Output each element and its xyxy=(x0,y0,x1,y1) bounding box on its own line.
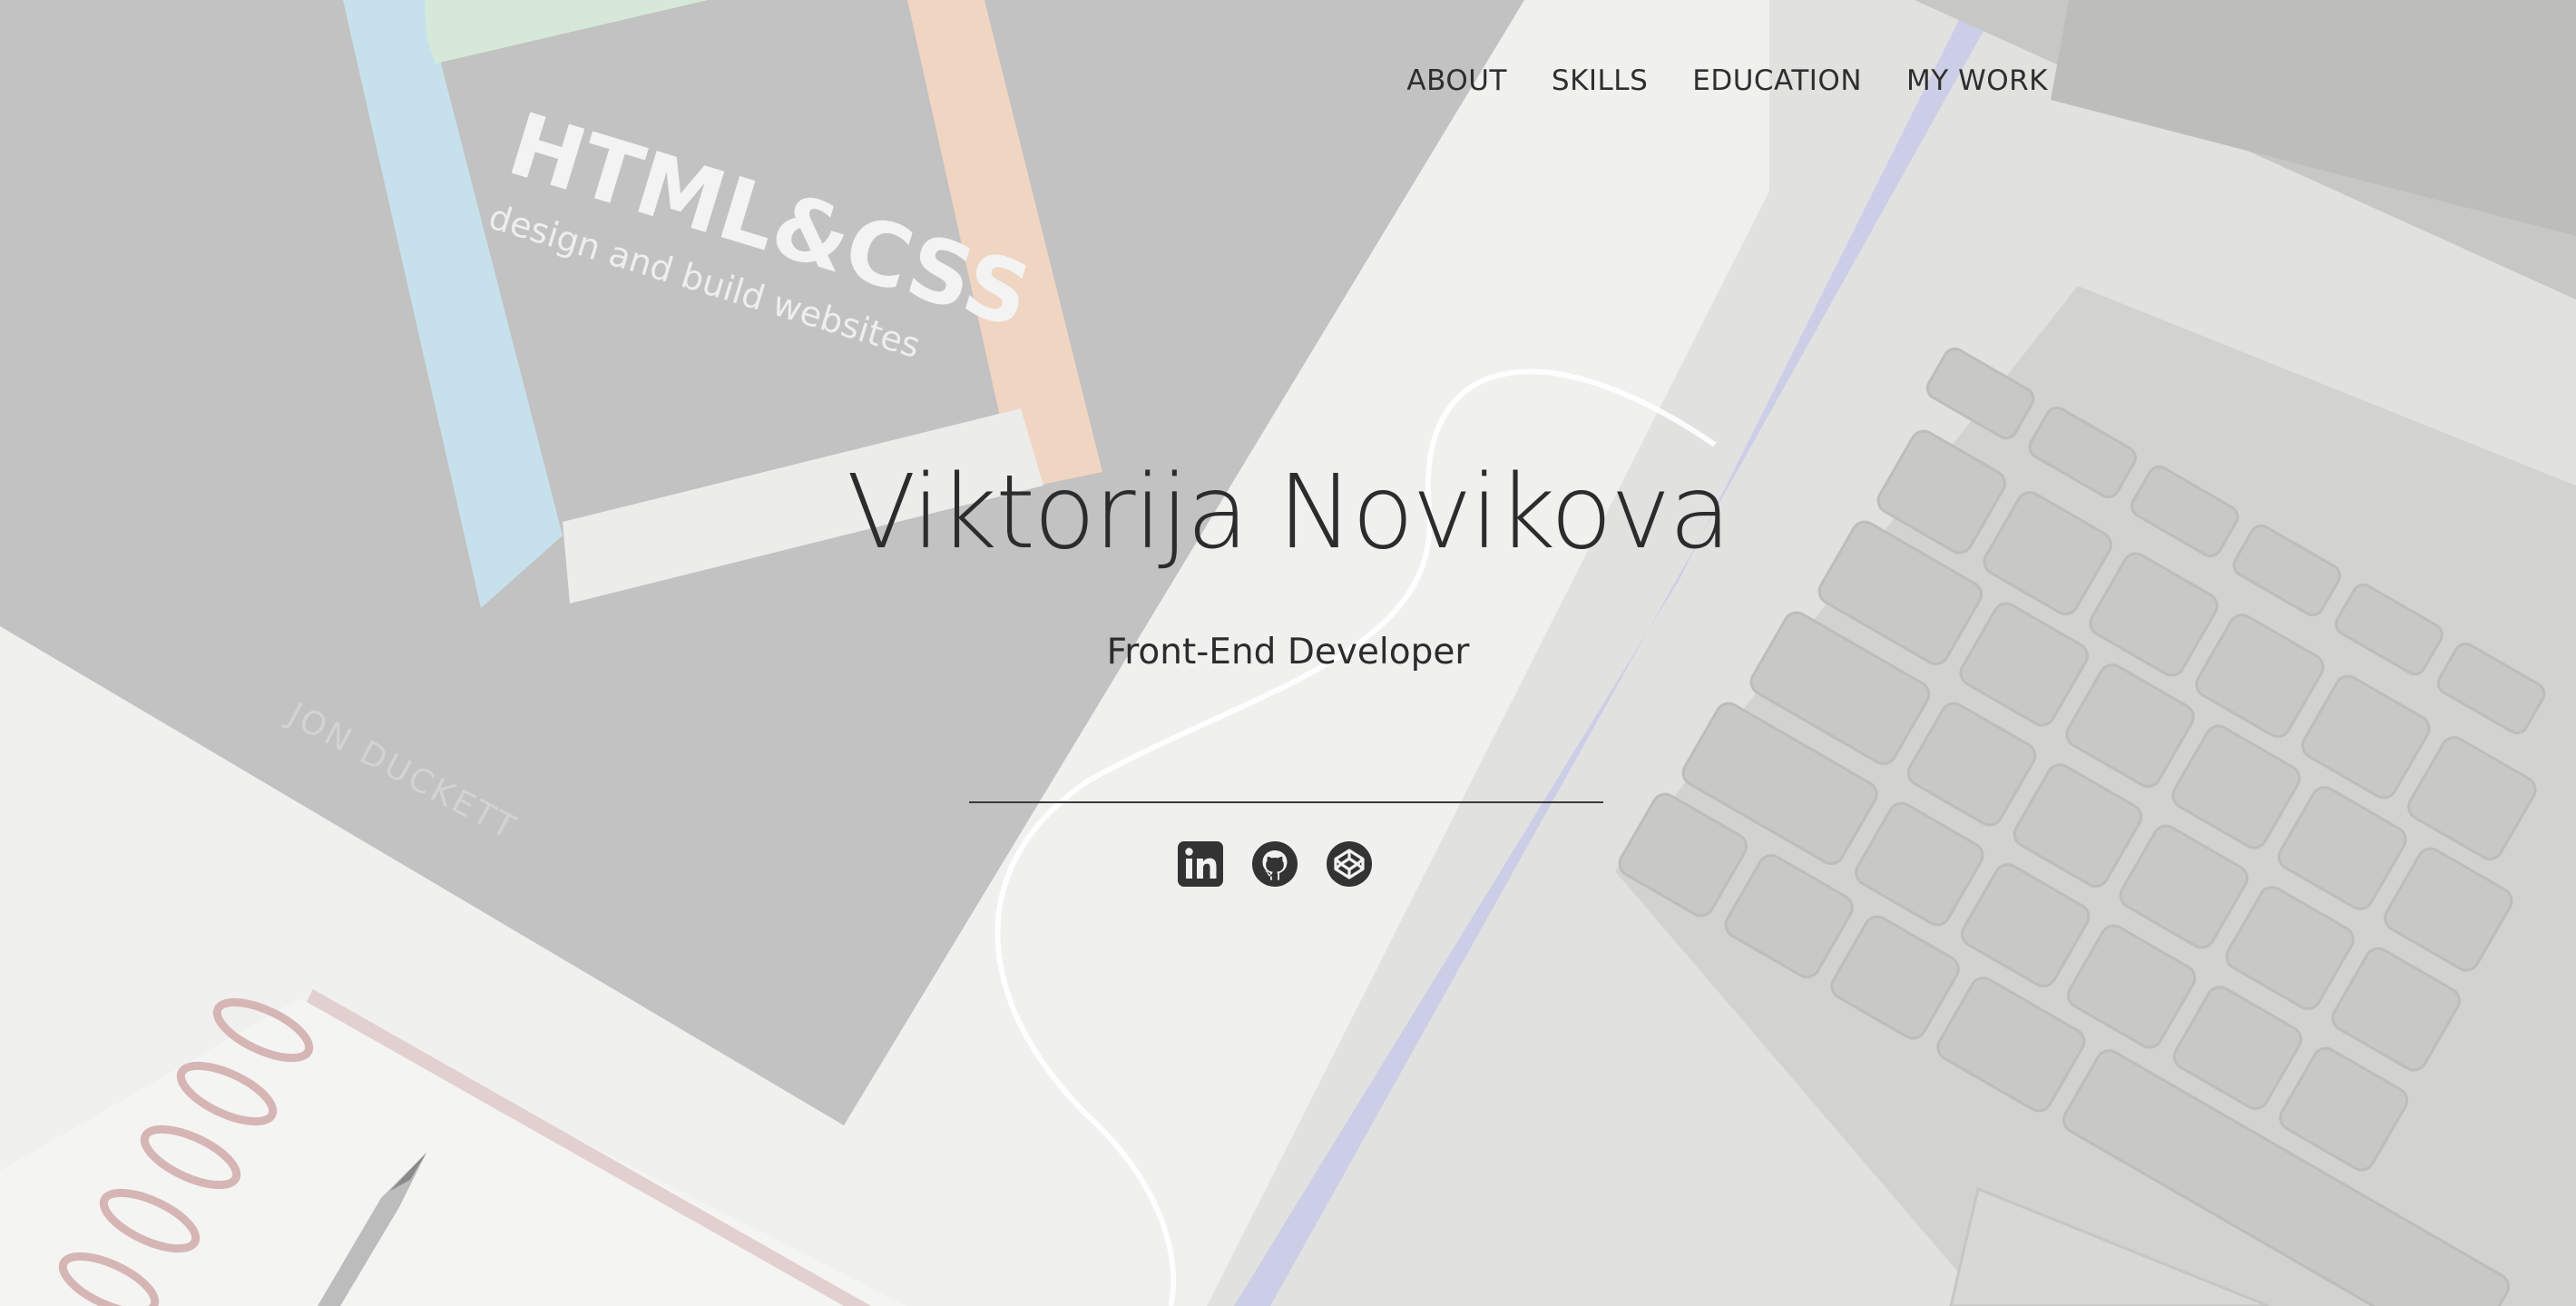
github-icon xyxy=(1252,841,1298,887)
divider xyxy=(969,801,1603,803)
hero-content: Viktorija Novikova Front-End Developer xyxy=(0,0,2576,1306)
linkedin-link[interactable] xyxy=(1176,840,1225,889)
github-link[interactable] xyxy=(1250,840,1299,889)
social-links xyxy=(1176,840,1374,889)
page-title: Viktorija Novikova xyxy=(846,454,1731,572)
codepen-link[interactable] xyxy=(1325,840,1374,889)
codepen-icon xyxy=(1327,841,1372,887)
linkedin-icon xyxy=(1178,841,1223,887)
job-title: Front-End Developer xyxy=(1106,632,1470,673)
hero-section: HTML&CSS design and build websites JON D… xyxy=(0,0,2576,1306)
